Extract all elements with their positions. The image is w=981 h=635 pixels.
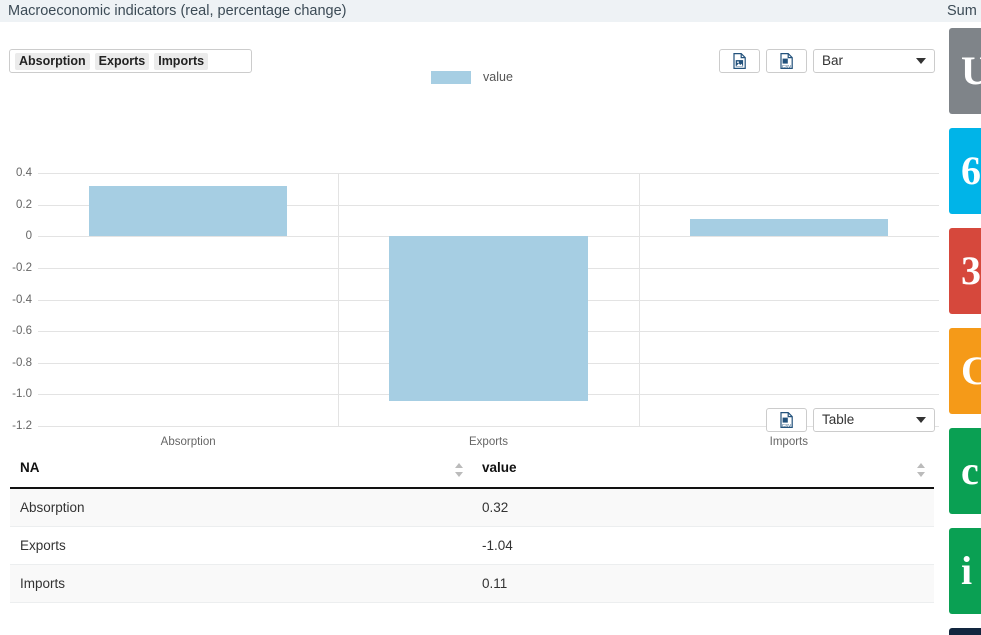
table-view-select[interactable]: Table: [813, 408, 935, 432]
chart-bar[interactable]: [89, 186, 287, 237]
table-body: Absorption0.32Exports-1.04Imports0.11: [10, 488, 934, 603]
page-title: Macroeconomic indicators (real, percenta…: [8, 0, 347, 22]
column-header-na-label: NA: [20, 460, 40, 475]
widget-title-bar: Macroeconomic indicators (real, percenta…: [0, 0, 944, 22]
table-header-row: NA value: [10, 452, 934, 488]
y-axis-tick-label: -0.6: [0, 325, 32, 337]
table-view-select-value: Table: [822, 409, 916, 431]
y-axis-tick-label: 0: [0, 230, 32, 242]
side-panel-tile[interactable]: C: [949, 328, 981, 414]
sort-icon[interactable]: [917, 462, 926, 478]
table-head: NA value: [10, 452, 934, 488]
table-cell-name: Exports: [10, 527, 472, 565]
chart-gridline: [38, 173, 939, 174]
side-panel-tile[interactable]: 3: [949, 228, 981, 314]
side-panel-tile-glyph: C: [961, 351, 981, 391]
table-cell-value: -1.04: [472, 527, 934, 565]
bar-chart: value 0.40.20-0.2-0.4-0.6-0.8-1.0-1.2Abs…: [0, 64, 944, 404]
table-row: Imports0.11: [10, 565, 934, 603]
column-header-value-label: value: [482, 460, 517, 475]
sort-asc-icon: [917, 463, 925, 468]
column-header-value[interactable]: value: [472, 452, 934, 488]
chart-bar[interactable]: [690, 219, 888, 236]
table-export-controls: CSV Table: [766, 408, 935, 432]
side-panel-tile[interactable]: U: [949, 28, 981, 114]
sort-asc-icon: [455, 463, 463, 468]
sort-desc-icon: [455, 472, 463, 477]
chart-control-strip: Absorption Exports Imports: [0, 22, 944, 58]
app-root: Macroeconomic indicators (real, percenta…: [0, 0, 981, 635]
side-panel-tile[interactable]: c: [949, 428, 981, 514]
sort-icon[interactable]: [455, 462, 464, 478]
chart-plot-area: 0.40.20-0.2-0.4-0.6-0.8-1.0-1.2Absorptio…: [38, 173, 939, 426]
sort-desc-icon: [917, 472, 925, 477]
chart-bar[interactable]: [389, 236, 587, 400]
data-table: NA value Absorption0.: [10, 452, 934, 603]
table-cell-name: Imports: [10, 565, 472, 603]
y-axis-tick-label: 0.2: [0, 199, 32, 211]
legend-label-value: value: [483, 70, 513, 84]
table-cell-value: 0.32: [472, 488, 934, 527]
chart-category-divider: [639, 173, 640, 426]
side-panel-tile[interactable]: i: [949, 528, 981, 614]
chevron-down-icon: [916, 417, 926, 423]
svg-text:CSV: CSV: [782, 423, 792, 428]
side-panel-tile-glyph: c: [961, 451, 979, 491]
table-cell-name: Absorption: [10, 488, 472, 527]
table-row: Exports-1.04: [10, 527, 934, 565]
table-export-csv-button[interactable]: CSV: [766, 408, 807, 432]
side-panel-tile-glyph: U: [961, 51, 981, 91]
y-axis-tick-label: 0.4: [0, 167, 32, 179]
side-panel: Sum U 6 3 Cc i: [944, 0, 981, 635]
y-axis-tick-label: -1.0: [0, 388, 32, 400]
side-panel-title: Sum: [944, 0, 981, 22]
y-axis-tick-label: -0.2: [0, 262, 32, 274]
y-axis-tick-label: -0.8: [0, 357, 32, 369]
document-csv-icon: CSV: [780, 412, 793, 428]
side-panel-tile[interactable]: [949, 628, 981, 635]
table-row: Absorption0.32: [10, 488, 934, 527]
column-header-na[interactable]: NA: [10, 452, 472, 488]
table-control-strip: CSV Table: [0, 404, 944, 440]
y-axis-tick-label: -0.4: [0, 294, 32, 306]
side-panel-tile[interactable]: 6: [949, 128, 981, 214]
side-panel-tile-glyph: 3: [961, 251, 981, 291]
table-cell-value: 0.11: [472, 565, 934, 603]
chart-category-divider: [338, 173, 339, 426]
chart-widget: Macroeconomic indicators (real, percenta…: [0, 0, 944, 635]
side-panel-tile-glyph: i: [961, 551, 972, 591]
side-panel-tile-glyph: 6: [961, 151, 981, 191]
chart-legend: value: [0, 70, 944, 84]
legend-swatch-value: [431, 71, 471, 84]
